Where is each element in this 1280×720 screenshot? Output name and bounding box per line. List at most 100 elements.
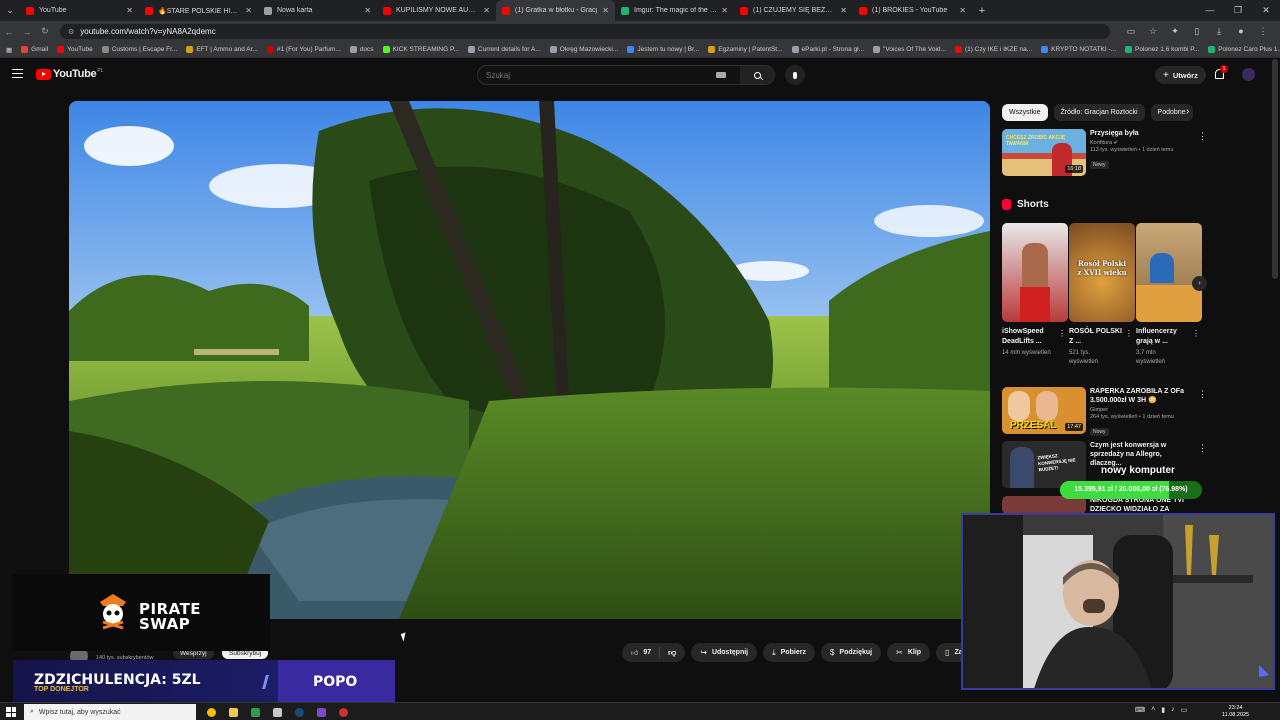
more-options-icon[interactable]: ⋮	[1058, 329, 1066, 338]
windows-start-icon[interactable]	[6, 707, 16, 717]
taskbar-search[interactable]: ⌕ Wpisz tutaj, aby wyszukać	[24, 704, 196, 720]
browser-tab[interactable]: 🔥STARE POLSKIE HITY W REM ✕	[139, 0, 258, 21]
more-options-icon[interactable]: ⋮	[1198, 443, 1207, 454]
new-tab-button[interactable]: +	[972, 5, 992, 17]
url-input[interactable]: ⚙ youtube.com/watch?v=yNA8A2qdemc	[60, 24, 1110, 39]
recommendation-title[interactable]: Przysięga była	[1090, 129, 1190, 138]
keyboard-tray-icon[interactable]: ⌨	[1135, 706, 1145, 714]
tab-close-icon[interactable]: ✕	[602, 6, 609, 15]
bookmark-item[interactable]: KICK STREAMING P...	[382, 46, 459, 53]
share-button[interactable]: ↪ Udostępnij	[691, 643, 758, 662]
bookmark-item[interactable]: eParki.pl - Strona gł...	[791, 46, 864, 53]
recommendation-channel[interactable]: Gimper	[1090, 407, 1190, 413]
app-icon-red[interactable]	[332, 704, 354, 720]
recommendation-item[interactable]: PRZESAL 17:47 RAPERKA ZAROBIŁA Z OFa 3.5…	[1002, 387, 1207, 437]
search-button[interactable]	[740, 66, 774, 84]
taskbar-clock[interactable]: 23:24 11.08.2025	[1222, 705, 1249, 719]
tab-search-icon[interactable]: ⌄	[0, 0, 20, 21]
short-thumbnail[interactable]	[1136, 223, 1202, 322]
bookmark-item[interactable]: Customs | Escape Fr...	[101, 46, 177, 53]
recommendation-thumbnail[interactable]: CHCESZ ZROBIC AKCJĘ TAWANIA 16:18	[1002, 129, 1086, 176]
minimize-icon[interactable]: —	[1196, 0, 1224, 21]
menu-icon[interactable]: ⋮	[1252, 26, 1274, 37]
bookmark-star-icon[interactable]: ☆	[1142, 26, 1164, 37]
search-input[interactable]	[478, 70, 716, 80]
bookmark-item[interactable]: Polonez 1,6 kombi P...	[1125, 46, 1199, 53]
bookmark-item[interactable]: YouTube	[57, 46, 93, 53]
bookmark-item[interactable]: Egzaminy | PatentSt...	[708, 46, 783, 53]
download-button[interactable]: ⤓ Pobierz	[763, 643, 815, 662]
recommendation-item[interactable]: CHCESZ ZROBIC AKCJĘ TAWANIA 16:18 Przysi…	[1002, 129, 1207, 179]
like-button[interactable]: 👍︎ 97	[622, 647, 661, 658]
more-options-icon[interactable]: ⋮	[1198, 131, 1207, 142]
cast-icon[interactable]: ▭	[1120, 26, 1142, 37]
browser-tab[interactable]: (1) BROKIES - YouTube ✕	[853, 0, 972, 21]
bookmark-item[interactable]: EFT | Ammo and Ar...	[186, 46, 258, 53]
tab-close-icon[interactable]: ✕	[721, 6, 728, 15]
bookmark-item[interactable]: Polonez Caro Plus 1...	[1208, 46, 1280, 53]
page-scrollbar[interactable]	[1272, 59, 1278, 279]
bookmark-item[interactable]: Okręg Mazowiecki...	[549, 46, 618, 53]
sidebar-icon[interactable]: ▯	[1186, 26, 1208, 37]
site-info-icon[interactable]: ⚙	[68, 28, 74, 36]
youtube-logo[interactable]: YouTube PL	[36, 68, 103, 80]
recommendation-title[interactable]: Czym jest konwersja w sprzedaży na Alleg…	[1090, 441, 1190, 468]
extensions-icon[interactable]: ✦	[1164, 26, 1186, 37]
bookmark-item[interactable]: KRYPTO NOTATKI -...	[1041, 46, 1116, 53]
file-explorer-icon[interactable]	[222, 704, 244, 720]
bookmark-item[interactable]: #1 (For You) Parfum...	[266, 46, 341, 53]
short-thumbnail[interactable]	[1002, 223, 1068, 322]
short-item[interactable]: Rosół Polski z XVII wieku ROSÓŁ POLSKI Z…	[1069, 223, 1135, 367]
recommendation-thumbnail[interactable]: PRZESAL 17:47	[1002, 387, 1086, 434]
app-icon-triangle[interactable]	[266, 704, 288, 720]
download-icon[interactable]: ⤓	[1208, 26, 1230, 37]
browser-tab[interactable]: Imgur: The magic of the Intern✕	[615, 0, 734, 21]
thanks-button[interactable]: $ Podziękuj	[820, 643, 882, 662]
bookmark-item[interactable]: Gmail	[21, 46, 48, 53]
short-item[interactable]: Influencerzy grają w ... 3,7 mln wyświet…	[1136, 223, 1202, 367]
app-icon-purple[interactable]	[310, 704, 332, 720]
tab-close-icon[interactable]: ✕	[126, 6, 133, 15]
chevron-up-icon[interactable]: ˄	[1151, 706, 1155, 714]
shorts-next-button[interactable]: ›	[1192, 276, 1207, 291]
keyboard-icon[interactable]	[716, 72, 726, 78]
menu-hamburger-icon[interactable]	[12, 69, 23, 78]
video-player[interactable]	[69, 101, 990, 619]
chrome-app-icon[interactable]	[200, 704, 222, 720]
profile-icon[interactable]: ●	[1230, 26, 1252, 37]
tab-close-icon[interactable]: ✕	[364, 6, 371, 15]
short-thumbnail[interactable]: Rosół Polski z XVII wieku	[1069, 223, 1135, 322]
create-button[interactable]: + Utwórz	[1155, 66, 1206, 84]
chip-source[interactable]: Źródło: Gracjan Roztocki	[1053, 104, 1145, 121]
recommendation-channel[interactable]: Konfitura ✔	[1090, 140, 1190, 146]
bookmark-item[interactable]: docs	[349, 46, 374, 53]
bookmark-item[interactable]: "Voices Of The Void...	[873, 46, 946, 53]
forward-icon[interactable]: →	[18, 27, 36, 37]
browser-tab[interactable]: (1) CZUJEMY SIĘ BEZRADNI - Y ✕	[734, 0, 853, 21]
account-avatar[interactable]	[1242, 68, 1255, 81]
browser-tab[interactable]: KUPILIŚMY NOWE AUTO! - You✕	[377, 0, 496, 21]
volume-icon[interactable]: ♪	[1171, 706, 1175, 714]
network-icon[interactable]: ▮	[1161, 706, 1165, 714]
battery-icon[interactable]: ▭	[1181, 706, 1188, 714]
browser-tab[interactable]: (1) Gratka w błotku - Gracj ✕	[496, 0, 615, 21]
voice-search-button[interactable]	[785, 65, 805, 85]
dislike-button[interactable]: 👎︎	[660, 648, 685, 658]
bookmark-item[interactable]: Jestem tu nowy | Br...	[627, 46, 699, 53]
more-options-icon[interactable]: ⋮	[1192, 329, 1200, 338]
close-window-icon[interactable]: ✕	[1252, 0, 1280, 21]
maximize-icon[interactable]: ❐	[1224, 0, 1252, 21]
tab-close-icon[interactable]: ✕	[840, 6, 847, 15]
short-item[interactable]: iShowSpeed DeadLifts ... 14 mln wyświetl…	[1002, 223, 1068, 358]
browser-tab[interactable]: YouTube ✕	[20, 0, 139, 21]
recommendation-title[interactable]: RAPERKA ZAROBIŁA Z OFa 3.500.000zł W 3H …	[1090, 387, 1190, 405]
clip-button[interactable]: ✂ Klip	[887, 643, 931, 662]
chevron-right-icon[interactable]: ›	[1186, 106, 1189, 117]
more-options-icon[interactable]: ⋮	[1198, 389, 1207, 400]
bookmark-item[interactable]: (1) Czy IKE i IKZE na...	[954, 46, 1032, 53]
chip-all[interactable]: Wszystkie	[1002, 104, 1048, 121]
steam-icon[interactable]	[288, 704, 310, 720]
apps-icon[interactable]: ▦	[6, 46, 12, 54]
tab-close-icon[interactable]: ✕	[483, 6, 490, 15]
back-icon[interactable]: ←	[0, 27, 18, 37]
